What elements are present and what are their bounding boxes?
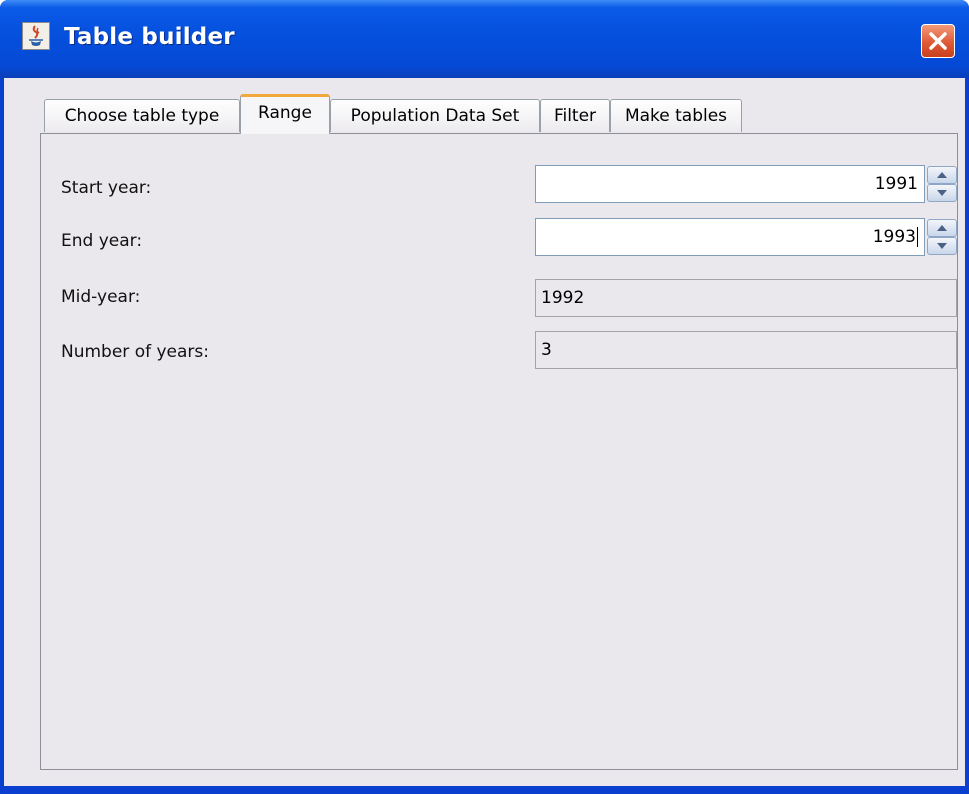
text-cursor [917,227,918,247]
close-icon [929,32,947,50]
start-year-input[interactable]: 1991 [535,165,925,203]
tab-filter[interactable]: Filter [540,99,610,132]
arrow-down-icon [937,190,947,196]
start-year-value: 1991 [874,174,918,194]
end-year-value: 1993 [872,227,916,247]
mid-year-value: 1992 [541,288,585,308]
end-year-increment-button[interactable] [927,219,957,237]
dialog-content: Choose table type Range Population Data … [4,78,965,790]
tab-make-tables[interactable]: Make tables [610,99,742,132]
title-bar[interactable]: Table builder [0,0,969,78]
java-cup-icon [22,22,50,50]
arrow-up-icon [937,225,947,231]
mid-year-label: Mid-year: [61,287,141,307]
tab-bar: Choose table type Range Population Data … [4,78,965,138]
number-of-years-value: 3 [541,340,552,360]
end-year-spinner[interactable] [927,219,957,255]
start-year-spinner[interactable] [927,166,957,202]
close-button[interactable] [921,24,955,58]
end-year-label: End year: [61,231,143,251]
tab-choose-table-type[interactable]: Choose table type [44,99,240,132]
arrow-down-icon [937,243,947,249]
window-bottom-border [4,786,965,790]
window-title: Table builder [64,24,235,50]
start-year-increment-button[interactable] [927,166,957,184]
range-panel: Start year: 1991 End year: 1993 Mid-year… [40,133,958,770]
mid-year-field: 1992 [535,279,957,317]
arrow-up-icon [937,172,947,178]
end-year-input[interactable]: 1993 [535,218,925,256]
number-of-years-field: 3 [535,331,957,369]
start-year-label: Start year: [61,178,152,198]
table-builder-window: Table builder Choose table type Range Po… [0,0,969,794]
tab-population-data-set[interactable]: Population Data Set [330,99,540,132]
start-year-decrement-button[interactable] [927,184,957,202]
tab-range[interactable]: Range [240,94,330,134]
number-of-years-label: Number of years: [61,342,209,362]
end-year-decrement-button[interactable] [927,237,957,255]
